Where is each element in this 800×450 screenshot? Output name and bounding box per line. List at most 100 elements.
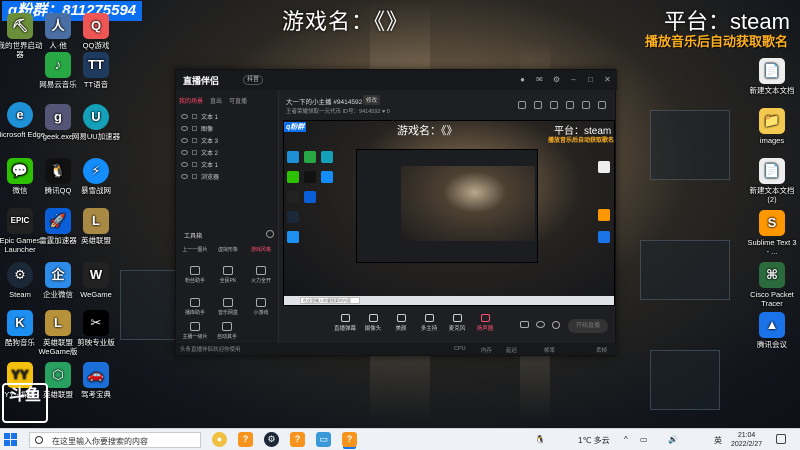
qqgame-icon: Q: [83, 13, 109, 39]
notification-icon[interactable]: [776, 434, 786, 444]
app-titlebar[interactable]: 直播伴侣 抖音 ● ✉ ⚙ – □ ✕: [176, 70, 617, 90]
avatar-icon[interactable]: ●: [518, 75, 527, 84]
tool-button[interactable]: 火力全开: [246, 266, 276, 284]
lock-icon[interactable]: [192, 161, 197, 167]
tray-chevron-up-icon[interactable]: ^: [624, 435, 628, 444]
taskbar-clock[interactable]: 21:04 2022/2/27: [731, 431, 762, 449]
start-live-button[interactable]: 开始直播: [568, 319, 608, 333]
close-icon[interactable]: ✕: [603, 75, 612, 84]
tool-button[interactable]: 音乐网盒: [213, 298, 243, 316]
tray-app-icon[interactable]: 🐧: [535, 435, 545, 444]
multi-host-button[interactable]: 多主持: [416, 314, 442, 332]
tab-streamable[interactable]: 可直播: [229, 96, 247, 105]
scene-item-label: 文本 3: [201, 138, 219, 145]
lock-icon[interactable]: [192, 125, 197, 131]
bell-icon[interactable]: [566, 101, 574, 109]
layout-icon[interactable]: [518, 101, 526, 109]
tool-row: 上一一图片 虚拟形象 游戏风格: [180, 246, 276, 253]
eye-icon[interactable]: [181, 149, 188, 155]
scene-item[interactable]: 浏览器: [181, 170, 273, 182]
desktop-icon-tt[interactable]: TT TT语音: [70, 52, 122, 89]
scene-item[interactable]: 文本 1: [181, 110, 273, 122]
edit-room-button[interactable]: 修改: [363, 95, 381, 105]
desktop-icon-cisco[interactable]: ⌘ Cisco Packet Tracer: [746, 262, 798, 308]
scene-item[interactable]: 文本 3: [181, 134, 273, 146]
scene-item-label: 文本 2: [201, 150, 219, 157]
weather-status[interactable]: 1℃ 多云: [578, 435, 610, 446]
windows-start-icon[interactable]: [4, 433, 18, 447]
taskbar-app-icon[interactable]: ?: [290, 432, 305, 447]
settings-icon[interactable]: ⚙: [552, 75, 561, 84]
lock-icon[interactable]: [192, 137, 197, 143]
folder-icon[interactable]: ▭: [316, 432, 331, 447]
taskbar-search-input[interactable]: 在这里输入你要搜索的内容: [29, 432, 201, 448]
ime-indicator[interactable]: 英: [714, 435, 722, 446]
cortana-icon[interactable]: ●: [212, 432, 227, 447]
tool-button[interactable]: 小游戏: [246, 298, 276, 316]
screen-icon[interactable]: [550, 101, 558, 109]
bottom-tool-label: 摄像头: [364, 326, 382, 332]
lock-icon[interactable]: [192, 173, 197, 179]
mail-icon[interactable]: ✉: [535, 75, 544, 84]
app-version-badge[interactable]: 抖音: [243, 75, 264, 85]
toolbox-title: 工具箱: [184, 234, 203, 240]
desktop-icon-tencent-meeting[interactable]: ▲ 腾讯会议: [746, 312, 798, 349]
gear-icon[interactable]: [552, 321, 560, 329]
share-icon[interactable]: [598, 101, 606, 109]
steam-icon[interactable]: ⚙: [264, 432, 279, 447]
scene-item[interactable]: 图像: [181, 122, 273, 134]
maximize-icon[interactable]: □: [586, 75, 595, 84]
eye-icon[interactable]: [181, 113, 188, 119]
tab-my-scenes[interactable]: 我的场景: [179, 96, 203, 105]
gift-icon[interactable]: [582, 101, 590, 109]
scene-item[interactable]: 文本 1: [181, 158, 273, 170]
tool-button[interactable]: 虚拟形象: [213, 246, 243, 253]
desktop-icon-images[interactable]: 📁 images: [746, 108, 798, 145]
taskbar-app-icon[interactable]: ?: [342, 432, 357, 447]
camera-button[interactable]: 摄像头: [360, 314, 386, 332]
preview-desktop-icon: [287, 151, 299, 163]
tool-button[interactable]: 自动其手: [212, 322, 242, 340]
taskbar-app-icon[interactable]: ?: [238, 432, 253, 447]
eye-icon[interactable]: [181, 125, 188, 131]
desktop-icon-uu[interactable]: U 网易UU加速器: [70, 104, 122, 141]
microphone-button[interactable]: 麦克风: [444, 314, 470, 332]
toolbox-settings-icon[interactable]: [266, 230, 274, 238]
preview-qq-badge: q粉群: [284, 122, 307, 132]
scene-item[interactable]: 文本 2: [181, 146, 273, 158]
volume-icon[interactable]: 🔊: [668, 435, 678, 444]
desktop-icon-sublime[interactable]: S Sublime Text 3 - ...: [746, 210, 798, 256]
tab-direct[interactable]: 直出: [210, 96, 222, 105]
desktop-icon-driving[interactable]: 🚗 驾考宝典: [70, 362, 122, 399]
speaker-button[interactable]: 扬声器: [472, 314, 498, 332]
bottom-tool-label: 多主持: [420, 326, 438, 332]
desktop-icon-qqgame[interactable]: Q QQ游戏: [70, 13, 122, 50]
lock-icon[interactable]: [192, 113, 197, 119]
stream-preview[interactable]: q粉群 游戏名：《》 平台：steam 播放音乐后自动获取歌名 在这里输入你要搜…: [283, 120, 615, 306]
bottom-tool-label: 美颜: [395, 326, 407, 332]
lock-icon[interactable]: [534, 101, 542, 109]
desktop-icon-lol2[interactable]: L 英雄联盟: [70, 208, 122, 245]
eye-icon[interactable]: [181, 137, 188, 143]
desktop-icon-textdoc[interactable]: 📄 新建文本文档: [746, 58, 798, 95]
minimize-icon[interactable]: –: [569, 75, 578, 84]
network-icon[interactable]: ▭: [640, 435, 648, 444]
eye-icon[interactable]: [181, 173, 188, 179]
beauty-button[interactable]: 美颜: [388, 314, 414, 332]
desktop-icon-capcut[interactable]: ✂ 剪映专业版: [70, 310, 122, 347]
tool-button[interactable]: 全民PK: [213, 266, 243, 284]
desktop-icon-textdoc2[interactable]: 📄 新建文本文档(2): [746, 158, 798, 204]
tool-button[interactable]: 主播一级片: [180, 322, 210, 340]
tool-button[interactable]: 播库助手: [180, 298, 210, 316]
tool-button[interactable]: 上一一图片: [180, 246, 210, 253]
tool-button[interactable]: 游戏风格: [246, 246, 276, 253]
tool-button[interactable]: 粉丝助手: [180, 266, 210, 284]
record-icon[interactable]: [520, 321, 529, 328]
danmaku-button[interactable]: 直播弹幕: [332, 314, 358, 332]
eye-icon[interactable]: [536, 321, 545, 328]
desktop-icon-battlenet[interactable]: ⚡ 暴雪战网: [70, 158, 122, 195]
preview-desktop-icon: [598, 231, 610, 243]
eye-icon[interactable]: [181, 161, 188, 167]
desktop-icon-wegame[interactable]: W WeGame: [70, 262, 122, 299]
lock-icon[interactable]: [192, 149, 197, 155]
